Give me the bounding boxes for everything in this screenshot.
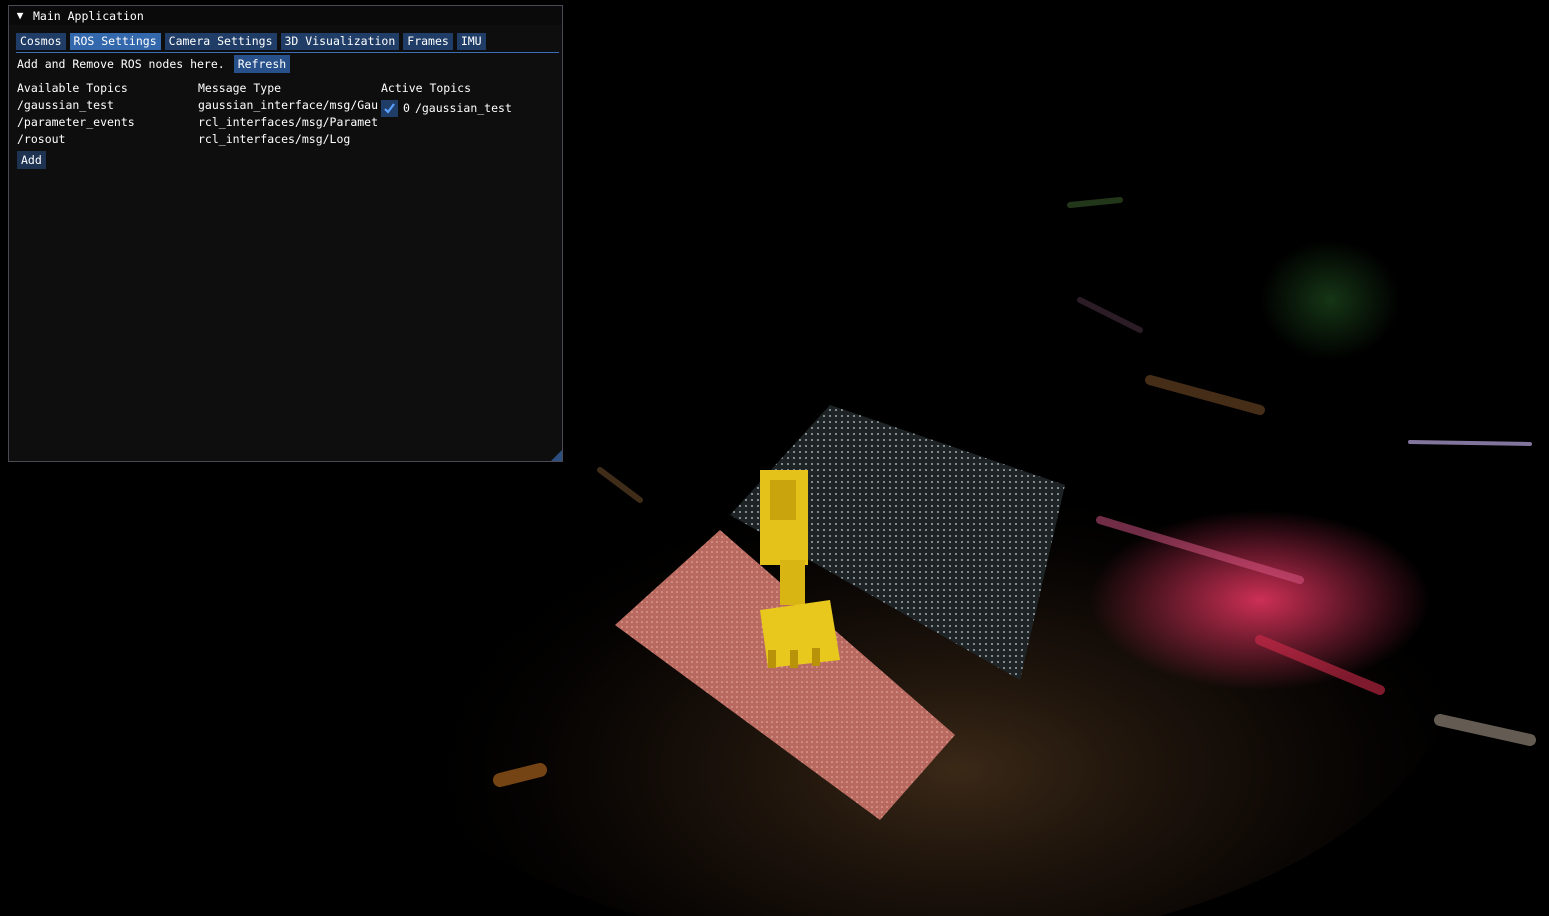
scene-pink-glow xyxy=(1090,510,1430,690)
tab-cosmos[interactable]: Cosmos xyxy=(16,33,66,50)
window-title-bar[interactable]: ▼ Main Application xyxy=(9,6,562,25)
window-title: Main Application xyxy=(33,8,144,23)
main-application-window[interactable]: ▼ Main Application Cosmos ROS Settings C… xyxy=(8,5,563,462)
checkmark-icon xyxy=(384,102,395,114)
tab-bar: Cosmos ROS Settings Camera Settings 3D V… xyxy=(16,33,559,53)
tab-camera-settings[interactable]: Camera Settings xyxy=(164,33,277,50)
topic-name[interactable]: /parameter_events xyxy=(17,114,192,131)
tab-frames[interactable]: Frames xyxy=(403,33,453,50)
refresh-button[interactable]: Refresh xyxy=(233,55,291,73)
topic-name[interactable]: /gaussian_test xyxy=(17,97,192,114)
topic-name[interactable]: /rosout xyxy=(17,131,192,148)
available-topics-column: Available Topics /gaussian_test /paramet… xyxy=(17,80,192,148)
tab-3d-visualization[interactable]: 3D Visualization xyxy=(280,33,400,50)
window-resize-grip[interactable] xyxy=(551,450,562,461)
active-topic-name: /gaussian_test xyxy=(414,101,512,115)
available-topics-header: Available Topics xyxy=(17,81,128,95)
ros-intro-row: Add and Remove ROS nodes here. Refresh xyxy=(17,55,291,73)
scene-green-glow xyxy=(1260,240,1400,360)
triangle-down-icon[interactable]: ▼ xyxy=(15,9,25,22)
active-topics-column: Active Topics 0 /gaussian_test xyxy=(381,80,561,118)
topic-message-type: rcl_interfaces/msg/ParameterEvent xyxy=(198,115,378,129)
ros-intro-text: Add and Remove ROS nodes here. xyxy=(17,57,225,71)
add-topic-button[interactable]: Add xyxy=(17,151,46,169)
active-topic-checkbox[interactable] xyxy=(381,99,398,117)
tab-ros-settings[interactable]: ROS Settings xyxy=(69,33,161,50)
message-type-header: Message Type xyxy=(198,81,282,95)
active-topic-row: 0 /gaussian_test xyxy=(381,98,561,118)
active-topic-index: 0 xyxy=(403,101,410,115)
topic-message-type: gaussian_interface/msg/Gaussian xyxy=(198,98,378,112)
tab-imu[interactable]: IMU xyxy=(456,33,486,50)
message-type-column: Message Type gaussian_interface/msg/Gaus… xyxy=(198,80,378,148)
topic-message-type: rcl_interfaces/msg/Log xyxy=(198,132,351,146)
active-topics-header: Active Topics xyxy=(381,81,472,95)
